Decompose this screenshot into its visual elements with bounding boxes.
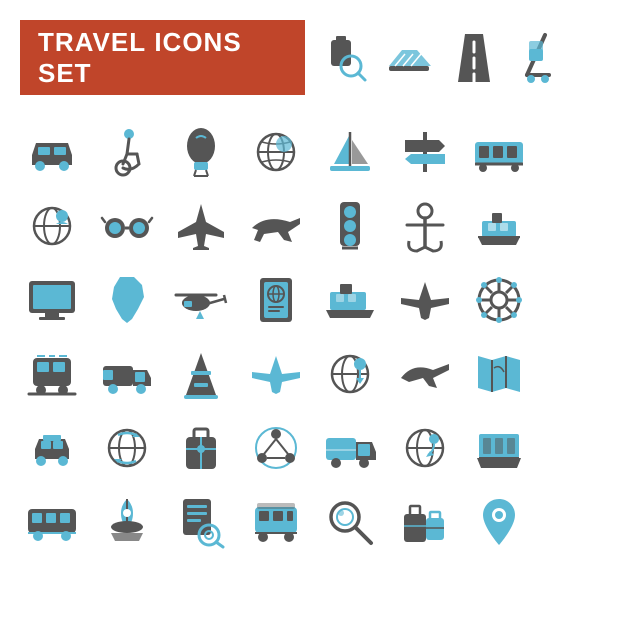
passport-icon-cell (239, 263, 313, 337)
title-word1: TRAVEL (38, 27, 146, 57)
empty-r1c8 (537, 115, 611, 189)
airplane-front-icon-cell (164, 189, 238, 263)
luggage-search-icon (323, 32, 365, 84)
magnifier-search-icon-cell (313, 485, 387, 559)
map-icon-cell (462, 337, 536, 411)
africa-map-icon-cell (90, 263, 164, 337)
bus2-icon-cell (239, 485, 313, 559)
globe-person-icon-cell (15, 189, 89, 263)
globe-location-icon-cell (388, 411, 462, 485)
helicopter-icon-cell (164, 263, 238, 337)
empty-r4c8 (537, 337, 611, 411)
page: TRAVEL ICONS SET (0, 0, 626, 626)
icons-grid (0, 105, 626, 569)
sailboat-icon-cell (313, 115, 387, 189)
airplane-simple-icon-cell (388, 263, 462, 337)
cargo-ship2-icon-cell (313, 263, 387, 337)
delivery-truck-icon-cell (313, 411, 387, 485)
empty-r6c8 (537, 485, 611, 559)
traffic-cone-icon-cell (164, 337, 238, 411)
ship-wheel-icon-cell (462, 263, 536, 337)
empty-r3c8 (537, 263, 611, 337)
signpost-icon-cell (388, 115, 462, 189)
sunglasses-icon-cell (90, 189, 164, 263)
escalator-icon (387, 36, 431, 80)
balloon-icon-cell (164, 115, 238, 189)
tram-icon-cell (15, 337, 89, 411)
ship-fancy-icon-cell (90, 485, 164, 559)
airplane-small-icon-cell (239, 337, 313, 411)
luggage-bag-icon-cell (164, 411, 238, 485)
globe-network-icon-cell (239, 411, 313, 485)
empty-r5c8 (537, 411, 611, 485)
airplane-fly-icon-cell (388, 337, 462, 411)
monitor-icon-cell (15, 263, 89, 337)
header-section: TRAVEL ICONS SET (0, 0, 626, 105)
traffic-light-icon-cell (313, 189, 387, 263)
cargo-ship-icon-cell (462, 189, 536, 263)
map-pin-icon-cell (462, 485, 536, 559)
hand-truck-icon (517, 33, 555, 83)
bus-icon-cell (15, 485, 89, 559)
wheelchair-icon-cell (90, 115, 164, 189)
globe-arrows-icon-cell (90, 411, 164, 485)
page-title: TRAVEL ICONS SET (38, 27, 287, 89)
luggage-set-icon-cell (388, 485, 462, 559)
search-doc-icon-cell (164, 485, 238, 559)
taxi-icon-cell (15, 411, 89, 485)
airplane-side-icon-cell (239, 189, 313, 263)
ship-container-icon-cell (462, 411, 536, 485)
truck-icon-cell (90, 337, 164, 411)
car-icon-cell (15, 115, 89, 189)
road-icon (453, 34, 495, 82)
anchor-icon-cell (388, 189, 462, 263)
freight-icon-cell (462, 115, 536, 189)
empty-r2c8 (537, 189, 611, 263)
title-box: TRAVEL ICONS SET (20, 20, 305, 95)
globe-icon-cell (239, 115, 313, 189)
globe-pin-icon-cell (313, 337, 387, 411)
header-icons-row (323, 32, 555, 84)
